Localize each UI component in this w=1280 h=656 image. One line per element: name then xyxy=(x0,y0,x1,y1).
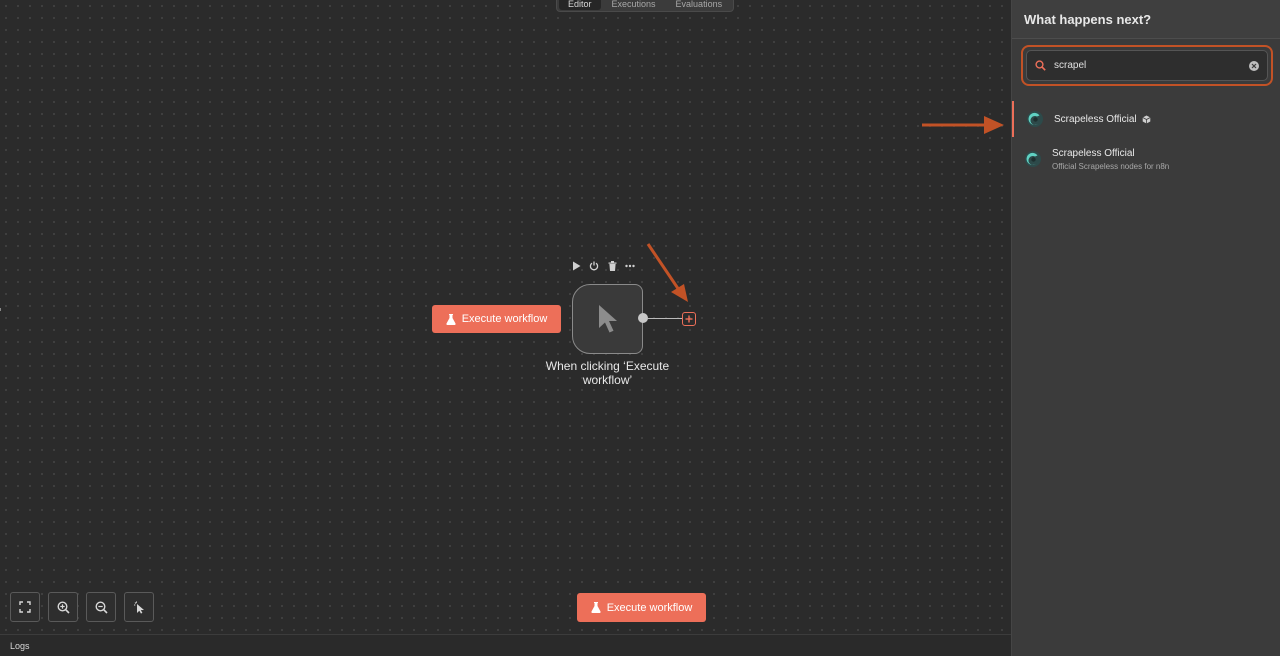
annotation-arrow-result xyxy=(922,116,1004,134)
bottom-execute-workflow-label: Execute workflow xyxy=(606,601,693,614)
bottom-execute-workflow-button[interactable]: Execute workflow xyxy=(577,593,706,622)
node-label: When clicking ‘Execute workflow’ xyxy=(545,359,670,387)
flask-icon xyxy=(446,313,456,325)
result-title: Scrapeless Official xyxy=(1052,147,1135,159)
result-item[interactable]: Scrapeless Official Official Scrapeless … xyxy=(1012,142,1280,176)
scrapeless-logo-icon xyxy=(1027,111,1043,127)
package-icon xyxy=(1142,115,1151,123)
logs-label: Logs xyxy=(10,641,30,651)
clear-search-icon[interactable] xyxy=(1249,60,1259,71)
search-icon xyxy=(1035,60,1046,71)
tidy-up-button[interactable] xyxy=(124,592,154,622)
result-description: Official Scrapeless nodes for n8n xyxy=(1052,161,1170,171)
search-input[interactable] xyxy=(1054,60,1241,71)
zoom-in-button[interactable] xyxy=(48,592,78,622)
search-box xyxy=(1026,50,1268,81)
search-highlight xyxy=(1021,45,1273,86)
power-icon[interactable] xyxy=(588,259,600,273)
more-icon[interactable] xyxy=(624,259,636,273)
add-node-handle[interactable] xyxy=(682,312,696,326)
manual-trigger-node[interactable] xyxy=(572,284,643,354)
node-creator-panel: What happens next? Scrapeless Official xyxy=(1011,0,1280,656)
annotation-arrow-node xyxy=(646,243,688,302)
logs-bar[interactable]: Logs xyxy=(0,634,1011,656)
execute-workflow-button[interactable]: Execute workflow xyxy=(432,305,561,333)
tab-evaluations[interactable]: Evaluations xyxy=(667,0,732,10)
zoom-out-button[interactable] xyxy=(86,592,116,622)
canvas-edge-marker xyxy=(0,308,3,311)
tab-executions[interactable]: Executions xyxy=(603,0,665,10)
scrapeless-logo-icon xyxy=(1025,151,1041,167)
plus-icon xyxy=(685,315,693,323)
play-icon[interactable] xyxy=(570,259,582,273)
tab-editor[interactable]: Editor xyxy=(559,0,601,10)
view-tabs: Editor Executions Evaluations xyxy=(556,0,735,12)
fit-view-icon xyxy=(19,601,31,613)
execute-workflow-label: Execute workflow xyxy=(461,313,548,325)
result-item[interactable]: Scrapeless Official xyxy=(1012,101,1280,137)
zoom-in-icon xyxy=(56,600,70,614)
fit-view-button[interactable] xyxy=(10,592,40,622)
node-toolbar xyxy=(570,259,636,273)
result-title: Scrapeless Official xyxy=(1054,113,1137,125)
tidy-up-icon xyxy=(133,601,144,614)
connection-line xyxy=(647,318,682,319)
panel-title: What happens next? xyxy=(1012,0,1280,39)
zoom-out-icon xyxy=(94,600,108,614)
trash-icon[interactable] xyxy=(606,259,618,273)
flask-icon xyxy=(591,602,601,613)
cursor-icon xyxy=(598,305,617,333)
